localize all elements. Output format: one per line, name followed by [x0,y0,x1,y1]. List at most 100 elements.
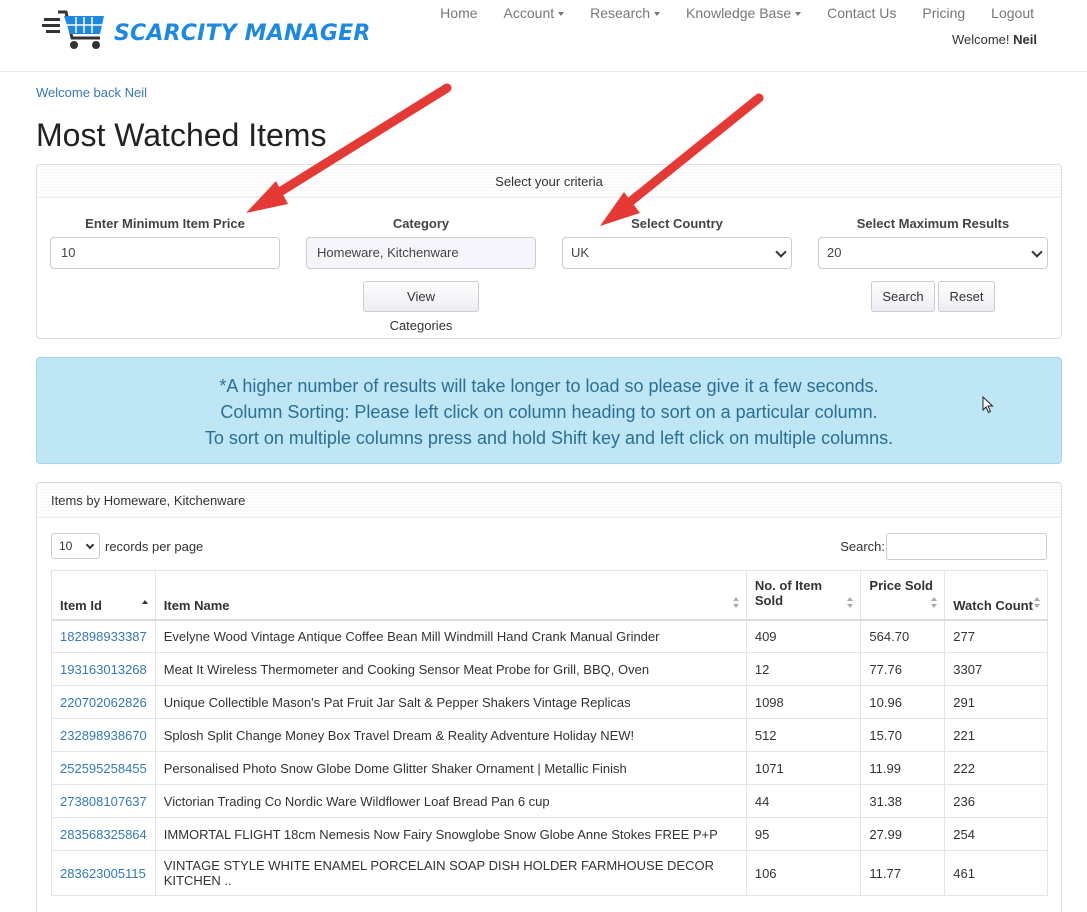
column-header-item-name[interactable]: Item Name [154,570,747,621]
shopping-cart-icon [42,10,104,49]
items-sold-cell: 409 [754,628,777,644]
records-per-page-label: records per page [105,539,204,554]
price-sold-cell: 11.77 [860,850,946,896]
criteria-panel: Select your criteria Enter Minimum Item … [36,164,1062,339]
item-id-cell: 252595258455 [51,751,156,785]
price-sold-cell: 15.70 [860,718,946,752]
caret-down-icon [558,12,565,17]
watch-count-cell: 277 [944,619,1048,653]
welcome-back-link[interactable]: Welcome back Neil [36,85,147,100]
items-sold-cell: 1071 [754,760,784,776]
nav-pricing[interactable]: Pricing [909,5,978,21]
country-select-value: UK [571,245,590,260]
sort-icon [732,596,740,609]
welcome-user: Welcome! Neil [952,32,1037,47]
items-sold-cell: 409 [745,619,862,653]
column-header-label: Price Sold [869,578,933,593]
nav-home-label: Home [440,5,478,21]
min-price-input[interactable]: 10 [50,237,280,269]
price-sold-cell: 10.96 [860,685,946,719]
item-name-cell: IMMORTAL FLIGHT 18cm Nemesis Now Fairy S… [154,817,747,851]
nav-research[interactable]: Research [577,5,673,21]
nav-contact-us[interactable]: Contact Us [814,5,909,21]
item-name-cell: Unique Collectible Mason's Pat Fruit Jar… [154,685,747,719]
table-row: 182898933387 Evelyne Wood Vintage Antique… [51,619,1048,653]
items-sold-cell: 12 [745,652,862,686]
item-id-link[interactable]: 273808107637 [60,794,147,809]
items-sold-cell: 44 [754,793,770,809]
items-sold-cell: 512 [745,718,862,752]
items-sold-cell: 512 [754,727,777,743]
nav-knowledge-base-label: Knowledge Base [686,5,792,21]
brand-logo[interactable]: SCARCITY MANAGER [42,8,370,52]
sort-icon [1034,596,1041,609]
alert-line-2: Column Sorting: Please left click on col… [220,402,878,422]
top-navbar: SCARCITY MANAGER Home Account Research K… [0,0,1087,72]
item-id-link[interactable]: 252595258455 [60,761,147,776]
caret-down-icon [795,12,802,17]
brand-name: SCARCITY MANAGER [114,20,371,46]
price-sold-cell: 77.76 [860,652,946,686]
max-results-label: Select Maximum Results [856,216,1010,231]
item-id-link[interactable]: 182898933387 [60,629,147,644]
nav-knowledge-base[interactable]: Knowledge Base [673,5,814,21]
search-button[interactable]: Search [871,281,935,312]
price-sold-cell: 31.38 [869,793,902,809]
criteria-heading: Select your criteria [37,165,1061,198]
main-nav: Home Account Research Knowledge Base Con… [427,5,1047,21]
items-sold-cell: 12 [754,661,770,677]
nav-account[interactable]: Account [491,5,578,21]
item-id-link[interactable]: 283568325864 [60,827,147,842]
nav-home[interactable]: Home [427,5,490,21]
caret-down-icon [654,12,661,17]
item-id-link[interactable]: 283623005115 [60,866,146,881]
table-header-row: Item Id Item Name No. of Item Sold Price… [51,570,1048,621]
column-header-watch-count[interactable]: Watch Count [944,570,1048,621]
country-label: Select Country [631,216,723,231]
watch-count-cell: 291 [953,694,975,710]
watch-count-cell: 461 [953,865,975,881]
column-header-price-sold[interactable]: Price Sold [860,570,946,621]
column-header-items-sold[interactable]: No. of Item Sold [745,570,862,621]
item-name-cell: Victorian Trading Co Nordic Ware Wildflo… [154,784,747,818]
watch-count-cell: 222 [953,760,975,776]
view-categories-button[interactable]: View Categories [363,281,479,333]
price-sold-cell: 11.77 [869,865,901,881]
sort-icon [847,596,854,609]
nav-logout[interactable]: Logout [978,5,1047,21]
column-header-item-id[interactable]: Item Id [51,570,156,621]
item-name-cell: Meat It Wireless Thermometer and Cooking… [163,661,650,677]
item-name-cell: Evelyne Wood Vintage Antique Coffee Bean… [154,619,747,653]
price-sold-cell: 10.96 [869,694,902,710]
category-input[interactable]: Homeware, Kitchenware [306,237,536,269]
max-results-select[interactable]: 20 [818,237,1048,269]
table-row: 283568325864 IMMORTAL FLIGHT 18cm Nemesis… [51,817,1048,851]
item-name-cell: IMMORTAL FLIGHT 18cm Nemesis Now Fairy S… [163,826,718,842]
reset-button[interactable]: Reset [938,281,995,312]
watch-count-cell: 222 [944,751,1048,785]
item-id-link[interactable]: 220702062826 [60,695,147,710]
nav-contact-us-label: Contact Us [827,5,897,21]
items-sold-cell: 106 [754,865,777,881]
items-sold-cell: 1098 [745,685,862,719]
country-select[interactable]: UK [562,237,792,269]
info-alert: *A higher number of results will take lo… [36,357,1062,464]
nav-account-label: Account [503,5,555,21]
table-search-input[interactable] [886,533,1047,560]
welcome-prefix: Welcome! [951,32,1010,47]
column-header-label: Watch Count [953,597,1033,613]
table-search-label: Search: [840,539,885,554]
column-header-label: No. of Item Sold [754,578,823,608]
item-name-cell: Personalised Photo Snow Globe Dome Glitt… [154,751,747,785]
items-sold-cell: 95 [745,817,862,851]
price-sold-cell: 564.70 [860,619,946,653]
price-sold-cell: 11.99 [860,751,946,785]
records-per-page-value: 10 [59,539,73,553]
item-name-cell: Meat It Wireless Thermometer and Cooking… [154,652,747,686]
item-id-link[interactable]: 193163013268 [60,662,147,677]
watch-count-cell: 3307 [953,661,983,677]
item-id-link[interactable]: 232898938670 [60,728,147,743]
item-name-cell: Splosh Split Change Money Box Travel Dre… [163,727,635,743]
records-per-page-select[interactable]: 10 [51,533,100,559]
items-sold-cell: 106 [745,850,862,896]
